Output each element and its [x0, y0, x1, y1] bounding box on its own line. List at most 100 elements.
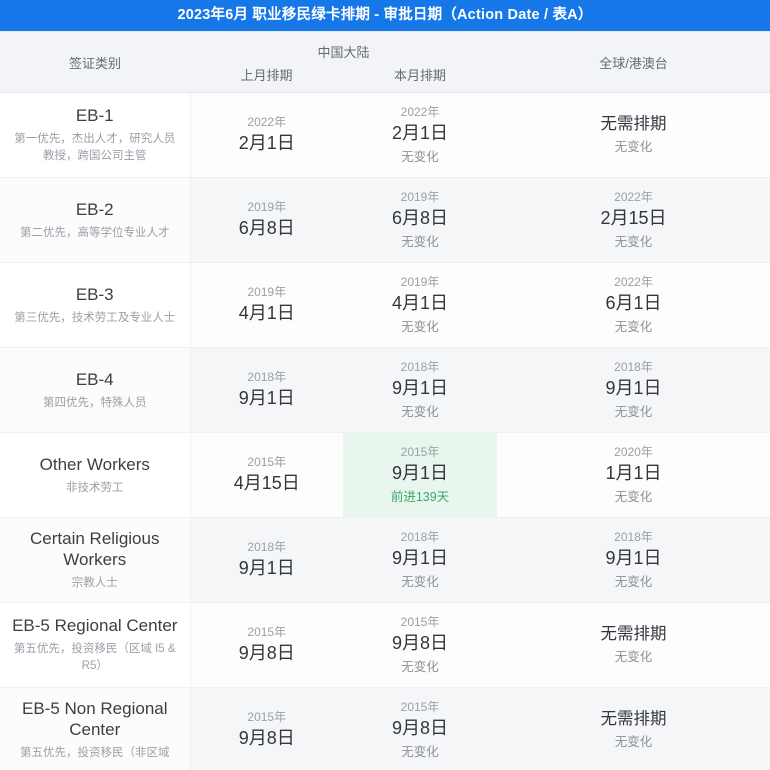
- cell-this-month-date: 9月1日: [391, 548, 449, 569]
- cell-worldwide-date: 9月1日: [605, 548, 662, 569]
- table-row: EB-5 Regional Center 第五优先，投资移民（区域 I5 & R5…: [0, 602, 770, 688]
- column-header-worldwide: 全球/港澳台: [497, 31, 770, 93]
- cell-worldwide-change: 无变化: [614, 574, 653, 589]
- cell-prev-month-date: 9月8日: [238, 728, 295, 749]
- category-description: 第五优先，投资移民（区域 I5 & R5）: [13, 643, 176, 673]
- cell-this-month-change: 无变化: [401, 404, 439, 419]
- table-row: Certain Religious Workers 宗教人士 2018年 9月1日 20…: [0, 517, 770, 603]
- cell-this-month: 2022年 2月1日无变化: [343, 92, 497, 178]
- category-name: Other Workers: [39, 454, 150, 474]
- cell-category: Certain Religious Workers 宗教人士: [0, 517, 191, 603]
- cell-prev-month: 2018年 9月1日: [190, 347, 343, 433]
- cell-prev-month-year: 2015年: [247, 709, 287, 724]
- column-header-prev-month: 上月排期: [240, 68, 293, 83]
- table-row: EB-5 Non Regional Center 第五优先，投资移民（非区域 201…: [0, 687, 770, 770]
- cell-this-month-date: 4月1日: [391, 293, 449, 314]
- category-name: Certain Religious Workers: [30, 528, 160, 570]
- cell-category: EB-1 第一优先，杰出人才，研究人员教授，跨国公司主管: [0, 92, 191, 178]
- cell-prev-month: 2019年 6月8日: [190, 177, 343, 263]
- cell-prev-month-year: 2018年: [247, 539, 287, 554]
- cell-prev-month: 2015年 4月15日: [190, 432, 343, 518]
- cell-worldwide-year: 2020年: [614, 444, 653, 459]
- cell-category: EB-5 Regional Center 第五优先，投资移民（区域 I5 & R5…: [0, 602, 191, 688]
- column-header-china-group: 中国大陆 上月排期 本月排期: [190, 31, 497, 93]
- cell-this-month-year: 2019年: [400, 274, 440, 289]
- cell-this-month-year: 2015年: [400, 444, 440, 459]
- cell-this-month-date: 6月8日: [391, 208, 449, 229]
- cell-worldwide-change: 无变化: [614, 140, 653, 155]
- table-row: Other Workers 非技术劳工 2015年 4月15日 2015年 9月1日 前进1…: [0, 432, 770, 518]
- cell-this-month-year: 2022年: [400, 104, 440, 119]
- page-title-banner: 2023年6月 职业移民绿卡排期 - 审批日期（Action Date / 表A…: [0, 0, 770, 31]
- cell-worldwide-date: 1月1日: [605, 463, 662, 484]
- cell-worldwide: 2022年 2月15日 无变化: [497, 177, 770, 263]
- cell-prev-month-year: 2019年: [247, 199, 287, 214]
- cell-category: EB-4 第四优先，特殊人员: [0, 347, 191, 433]
- cell-this-month-change: 无变化: [401, 659, 439, 674]
- cell-this-month-year: 2019年: [400, 189, 440, 204]
- category-name: EB-5 Regional Center: [12, 616, 178, 636]
- cell-prev-month: 2015年 9月8日: [190, 602, 343, 688]
- cell-prev-month-year: 2019年: [247, 284, 287, 299]
- cell-worldwide-year: 2018年: [614, 359, 653, 374]
- cell-prev-month-date: 4月15日: [233, 473, 300, 494]
- cell-this-month-date: 9月8日: [391, 633, 449, 654]
- cell-this-month: 2019年 4月1日无变化: [343, 262, 497, 348]
- cell-this-month-year: 2018年: [400, 529, 440, 544]
- page-title: 2023年6月 职业移民绿卡排期 - 审批日期（Action Date / 表A…: [177, 7, 593, 24]
- cell-prev-month-date: 6月8日: [238, 218, 295, 239]
- cell-worldwide: 2018年 9月1日无变化: [497, 517, 770, 603]
- cell-category: EB-2 第二优先，高等学位专业人才: [0, 177, 191, 263]
- table-header: 签证类别 中国大陆 上月排期 本月排期 全球/港澳台: [0, 31, 770, 93]
- cell-this-month-change: 无变化: [401, 574, 439, 589]
- cell-worldwide: 无需排期 无变化: [497, 602, 770, 688]
- cell-prev-month-date: 9月1日: [238, 388, 295, 409]
- category-description: 第四优先，特殊人员: [43, 396, 147, 409]
- cell-this-month-change: 无变化: [401, 744, 439, 759]
- visa-bulletin-page: 2023年6月 职业移民绿卡排期 - 审批日期（Action Date / 表A…: [0, 0, 770, 770]
- cell-prev-month-year: 2022年: [247, 114, 287, 129]
- cell-category: Other Workers 非技术劳工: [0, 432, 191, 518]
- cell-worldwide-change: 无变化: [614, 489, 653, 504]
- category-name: EB-2: [75, 199, 114, 219]
- column-header-china-label: 中国大陆: [317, 45, 370, 60]
- category-description: 第三优先，技术劳工及专业人士: [14, 311, 176, 324]
- cell-this-month-change: 无变化: [401, 149, 439, 164]
- table-row: EB-2 第二优先，高等学位专业人才 2019年 6月8日 2019年 6月8日 无变化 20…: [0, 177, 770, 263]
- cell-worldwide-change: 无变化: [614, 319, 653, 334]
- category-description: 第一优先，杰出人才，研究人员教授，跨国公司主管: [14, 133, 176, 163]
- category-name: EB-1: [75, 106, 114, 126]
- cell-worldwide: 无需排期 无变化: [497, 687, 770, 770]
- cell-this-month-year: 2015年: [400, 614, 440, 629]
- cell-this-month-change: 前进139天: [390, 489, 450, 504]
- cell-prev-month-date: 2月1日: [238, 133, 295, 154]
- column-header-category: 签证类别: [0, 31, 190, 93]
- category-description: 第二优先，高等学位专业人才: [20, 226, 170, 239]
- table-body: EB-1 第一优先，杰出人才，研究人员教授，跨国公司主管 2022年 2月1日 2022…: [0, 92, 770, 770]
- cell-prev-month-date: 4月1日: [238, 303, 295, 324]
- table-row: EB-1 第一优先，杰出人才，研究人员教授，跨国公司主管 2022年 2月1日 2022…: [0, 92, 770, 178]
- cell-prev-month-year: 2018年: [247, 369, 287, 384]
- cell-worldwide: 2022年 6月1日 无变化: [497, 262, 770, 348]
- table-header-row: 签证类别 中国大陆 上月排期 本月排期 全球/港澳台: [0, 31, 770, 93]
- cell-worldwide-year: 2022年: [614, 274, 653, 289]
- cell-worldwide-change: 无变化: [614, 234, 653, 249]
- column-header-this-month: 本月排期: [393, 68, 446, 83]
- cell-worldwide: 2018年 9月1日 无变化: [497, 347, 770, 433]
- cell-worldwide-date: 无需排期: [600, 710, 667, 729]
- cell-prev-month-year: 2015年: [247, 454, 287, 469]
- cell-worldwide-year: 2018年: [614, 529, 653, 544]
- cell-this-month-date: 9月1日: [391, 378, 449, 399]
- cell-worldwide: 无需排期 无变化: [497, 92, 770, 178]
- cell-prev-month: 2018年 9月1日: [190, 517, 343, 603]
- cell-worldwide: 2020年 1月1日无变化: [497, 432, 770, 518]
- category-name: EB-5 Non Regional Center: [21, 698, 168, 740]
- cell-prev-month: 2022年 2月1日: [190, 92, 343, 178]
- category-name: EB-3: [75, 284, 114, 304]
- cell-prev-month: 2015年 9月8日: [190, 687, 343, 770]
- cell-worldwide-change: 无变化: [614, 650, 653, 665]
- cell-this-month-date: 2月1日: [391, 123, 449, 144]
- cell-prev-month-date: 9月1日: [238, 558, 295, 579]
- cell-this-month-change: 无变化: [401, 319, 439, 334]
- cell-worldwide-change: 无变化: [614, 404, 653, 419]
